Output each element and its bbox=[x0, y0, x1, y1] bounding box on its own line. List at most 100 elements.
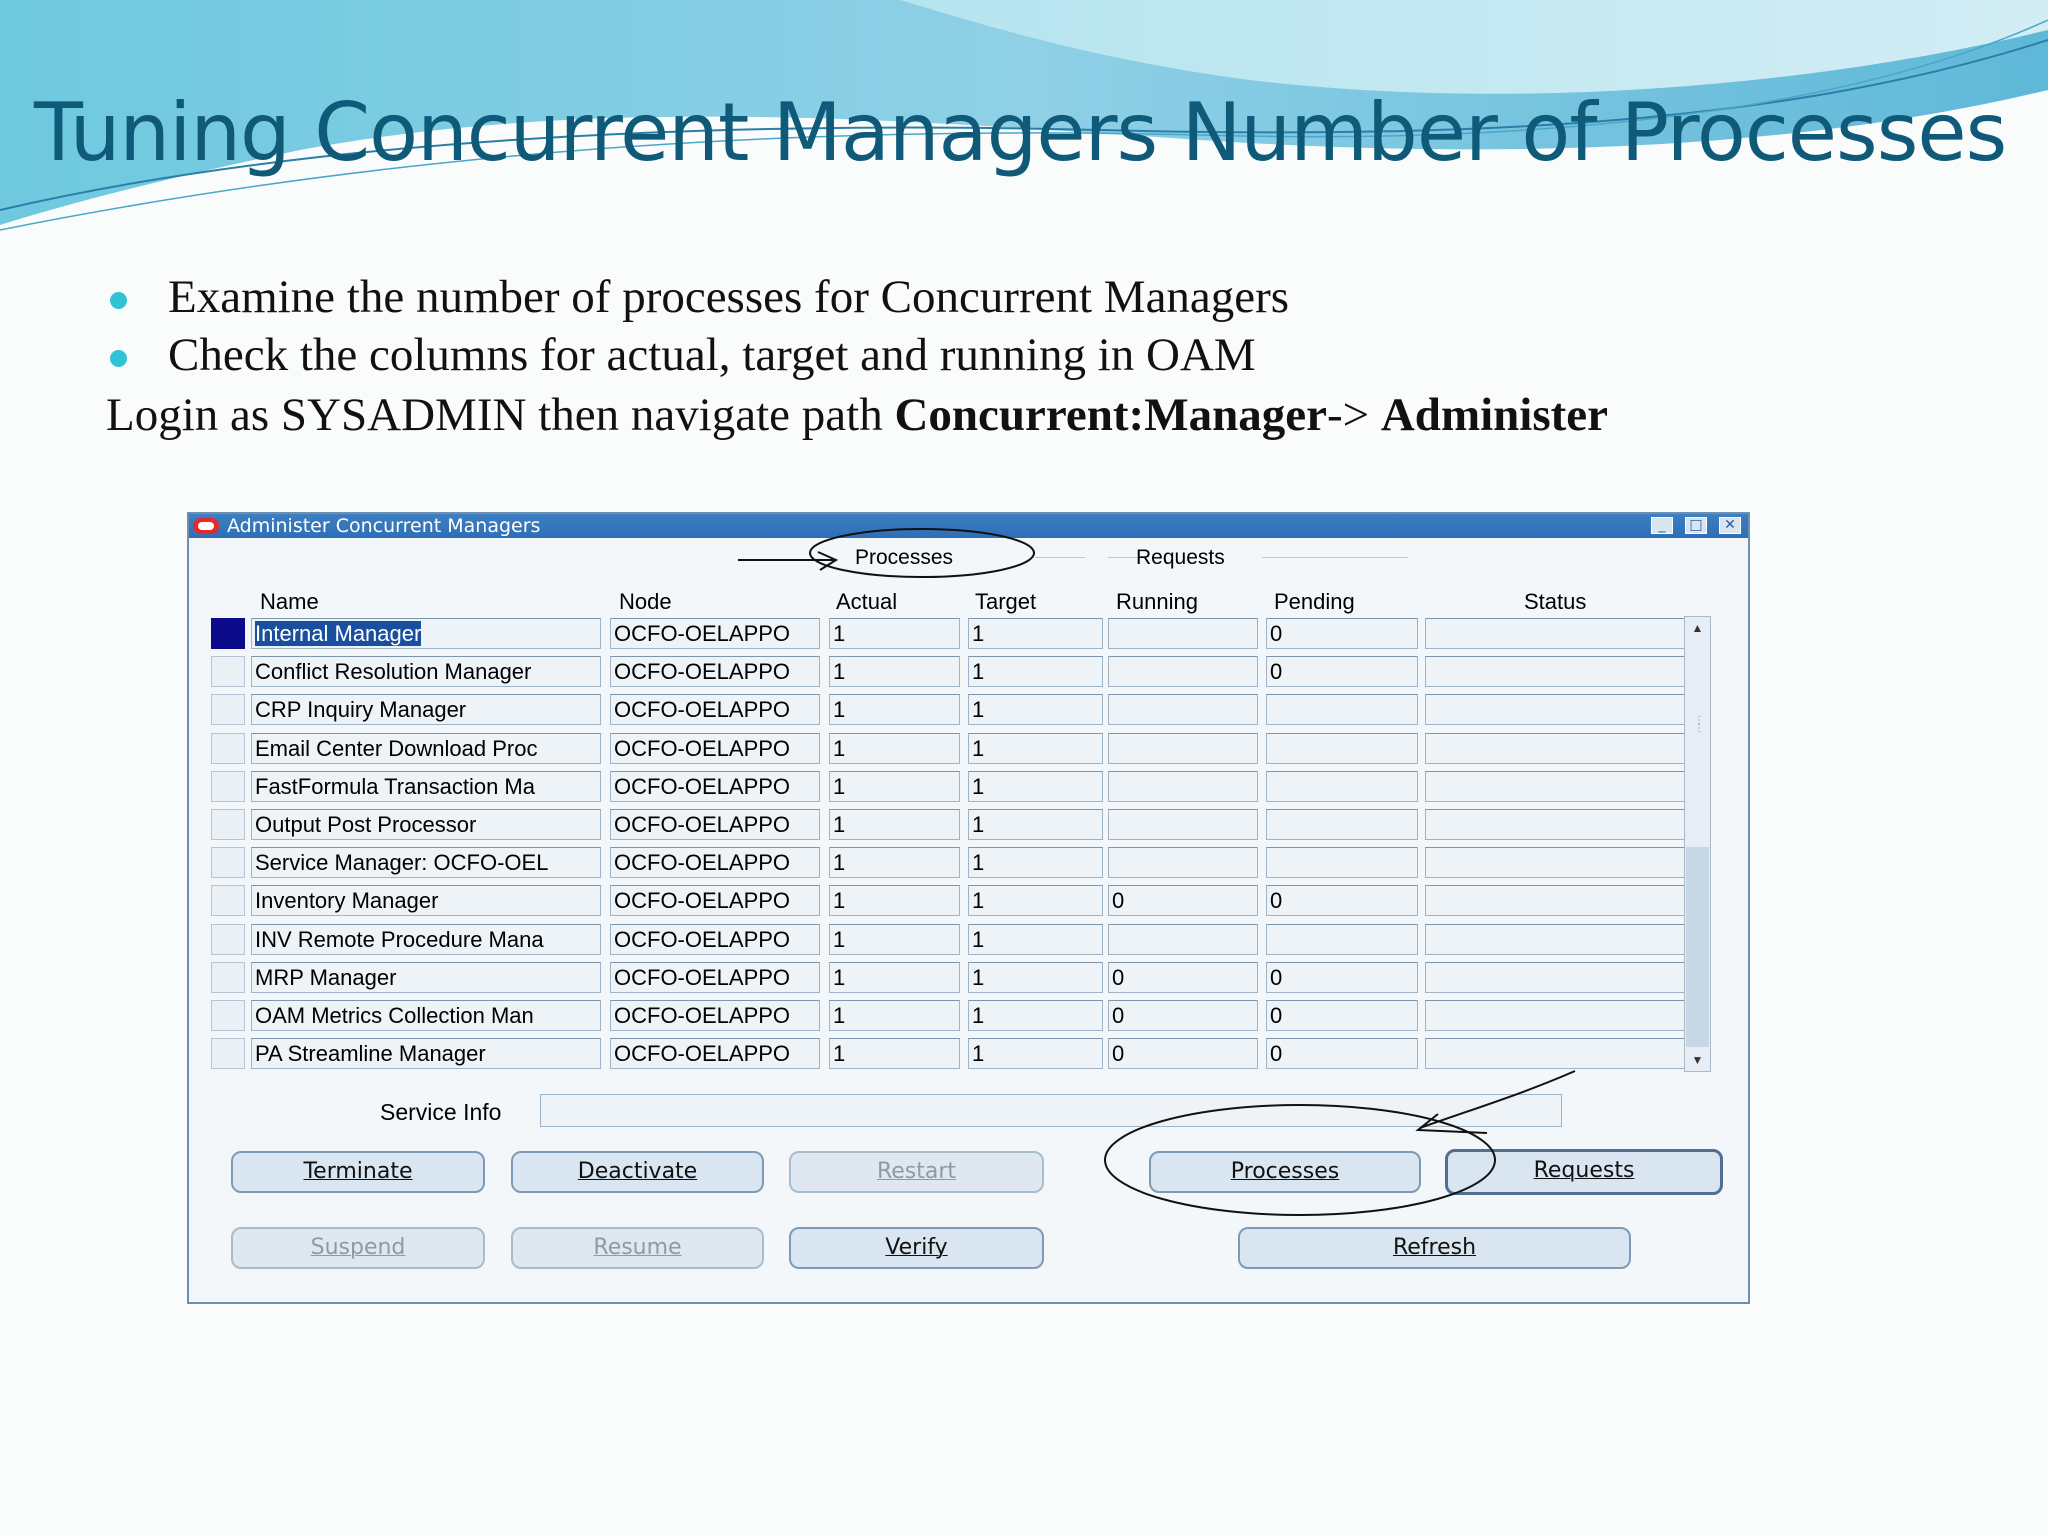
table-row[interactable]: Service Manager: OCFO-OEL OCFO-OELAPPO 1 1 bbox=[211, 845, 1691, 879]
pending-cell[interactable]: 0 bbox=[1266, 618, 1418, 649]
row-selector[interactable] bbox=[211, 694, 245, 726]
node-cell[interactable]: OCFO-OELAPPO bbox=[610, 618, 820, 649]
target-cell[interactable]: 1 bbox=[968, 923, 1103, 955]
running-cell[interactable]: 0 bbox=[1108, 885, 1258, 917]
row-selector[interactable] bbox=[211, 809, 245, 840]
pending-cell[interactable] bbox=[1266, 809, 1418, 840]
suspend-button[interactable]: Suspend bbox=[231, 1227, 485, 1269]
actual-cell[interactable]: 1 bbox=[829, 885, 960, 917]
processes-button[interactable]: Processes bbox=[1149, 1151, 1421, 1193]
table-row[interactable]: Output Post Processor OCFO-OELAPPO 1 1 bbox=[211, 807, 1691, 841]
actual-cell[interactable]: 1 bbox=[829, 961, 960, 993]
status-cell[interactable] bbox=[1425, 732, 1690, 764]
table-row[interactable]: CRP Inquiry Manager OCFO-OELAPPO 1 1 bbox=[211, 692, 1691, 726]
row-selector[interactable] bbox=[211, 732, 245, 764]
scroll-thumb[interactable] bbox=[1686, 847, 1709, 1047]
row-selector[interactable] bbox=[211, 770, 245, 802]
pending-cell[interactable]: 0 bbox=[1266, 656, 1418, 688]
target-cell[interactable]: 1 bbox=[968, 618, 1103, 649]
refresh-button[interactable]: Refresh bbox=[1238, 1227, 1631, 1269]
window-titlebar[interactable]: Administer Concurrent Managers _ □ ✕ bbox=[189, 514, 1748, 538]
target-cell[interactable]: 1 bbox=[968, 961, 1103, 993]
pending-cell[interactable]: 0 bbox=[1266, 961, 1418, 993]
row-selector[interactable] bbox=[211, 618, 245, 649]
status-cell[interactable] bbox=[1425, 961, 1690, 993]
pending-cell[interactable] bbox=[1266, 694, 1418, 726]
actual-cell[interactable]: 1 bbox=[829, 1038, 960, 1070]
table-row[interactable]: Email Center Download Proc OCFO-OELAPPO 1 1 bbox=[211, 731, 1691, 765]
pending-cell[interactable] bbox=[1266, 770, 1418, 802]
restart-button[interactable]: Restart bbox=[789, 1151, 1044, 1193]
table-scrollbar[interactable]: ▲ ⋮ ⋮ ▼ bbox=[1684, 616, 1711, 1072]
pending-cell[interactable]: 0 bbox=[1266, 885, 1418, 917]
name-cell[interactable]: OAM Metrics Collection Man bbox=[251, 1000, 601, 1031]
actual-cell[interactable]: 1 bbox=[829, 694, 960, 726]
target-cell[interactable]: 1 bbox=[968, 732, 1103, 764]
row-selector[interactable] bbox=[211, 1000, 245, 1031]
running-cell[interactable]: 0 bbox=[1108, 1038, 1258, 1070]
status-cell[interactable] bbox=[1425, 1000, 1690, 1031]
minimize-button[interactable]: _ bbox=[1651, 517, 1673, 534]
actual-cell[interactable]: 1 bbox=[829, 656, 960, 688]
deactivate-button[interactable]: Deactivate bbox=[511, 1151, 764, 1193]
name-cell[interactable]: INV Remote Procedure Mana bbox=[251, 923, 601, 955]
running-cell[interactable]: 0 bbox=[1108, 1000, 1258, 1031]
name-cell[interactable]: Internal Manager bbox=[251, 618, 601, 649]
table-row[interactable]: PA Streamline Manager OCFO-OELAPPO 1 1 0 0 bbox=[211, 1036, 1691, 1070]
scroll-up-arrow-icon[interactable]: ▲ bbox=[1685, 617, 1710, 639]
status-cell[interactable] bbox=[1425, 885, 1690, 917]
status-cell[interactable] bbox=[1425, 1038, 1690, 1070]
table-row[interactable]: MRP Manager OCFO-OELAPPO 1 1 0 0 bbox=[211, 960, 1691, 994]
node-cell[interactable]: OCFO-OELAPPO bbox=[610, 923, 820, 955]
pending-cell[interactable]: 0 bbox=[1266, 1000, 1418, 1031]
running-cell[interactable] bbox=[1108, 809, 1258, 840]
running-cell[interactable] bbox=[1108, 656, 1258, 688]
row-selector[interactable] bbox=[211, 656, 245, 688]
scroll-down-arrow-icon[interactable]: ▼ bbox=[1685, 1049, 1710, 1071]
name-cell[interactable]: PA Streamline Manager bbox=[251, 1038, 601, 1070]
verify-button[interactable]: Verify bbox=[789, 1227, 1044, 1269]
name-cell[interactable]: Email Center Download Proc bbox=[251, 732, 601, 764]
resume-button[interactable]: Resume bbox=[511, 1227, 764, 1269]
node-cell[interactable]: OCFO-OELAPPO bbox=[610, 1038, 820, 1070]
status-cell[interactable] bbox=[1425, 694, 1690, 726]
target-cell[interactable]: 1 bbox=[968, 1038, 1103, 1070]
name-cell[interactable]: CRP Inquiry Manager bbox=[251, 694, 601, 726]
table-row[interactable]: Internal Manager OCFO-OELAPPO 1 1 0 bbox=[211, 616, 1691, 650]
status-cell[interactable] bbox=[1425, 656, 1690, 688]
actual-cell[interactable]: 1 bbox=[829, 809, 960, 840]
target-cell[interactable]: 1 bbox=[968, 656, 1103, 688]
requests-button[interactable]: Requests bbox=[1445, 1149, 1723, 1195]
node-cell[interactable]: OCFO-OELAPPO bbox=[610, 656, 820, 688]
row-selector[interactable] bbox=[211, 885, 245, 917]
name-cell[interactable]: Conflict Resolution Manager bbox=[251, 656, 601, 688]
node-cell[interactable]: OCFO-OELAPPO bbox=[610, 847, 820, 879]
running-cell[interactable]: 0 bbox=[1108, 961, 1258, 993]
row-selector[interactable] bbox=[211, 923, 245, 955]
row-selector[interactable] bbox=[211, 847, 245, 879]
running-cell[interactable] bbox=[1108, 923, 1258, 955]
target-cell[interactable]: 1 bbox=[968, 770, 1103, 802]
node-cell[interactable]: OCFO-OELAPPO bbox=[610, 885, 820, 917]
node-cell[interactable]: OCFO-OELAPPO bbox=[610, 961, 820, 993]
node-cell[interactable]: OCFO-OELAPPO bbox=[610, 1000, 820, 1031]
name-cell[interactable]: FastFormula Transaction Ma bbox=[251, 770, 601, 802]
target-cell[interactable]: 1 bbox=[968, 809, 1103, 840]
pending-cell[interactable] bbox=[1266, 923, 1418, 955]
running-cell[interactable] bbox=[1108, 694, 1258, 726]
actual-cell[interactable]: 1 bbox=[829, 1000, 960, 1031]
table-row[interactable]: Conflict Resolution Manager OCFO-OELAPPO 1… bbox=[211, 654, 1691, 688]
node-cell[interactable]: OCFO-OELAPPO bbox=[610, 732, 820, 764]
target-cell[interactable]: 1 bbox=[968, 1000, 1103, 1031]
name-cell[interactable]: Output Post Processor bbox=[251, 809, 601, 840]
maximize-button[interactable]: □ bbox=[1685, 517, 1707, 534]
table-row[interactable]: FastFormula Transaction Ma OCFO-OELAPPO 1 1 bbox=[211, 769, 1691, 803]
row-selector[interactable] bbox=[211, 961, 245, 993]
actual-cell[interactable]: 1 bbox=[829, 618, 960, 649]
pending-cell[interactable]: 0 bbox=[1266, 1038, 1418, 1070]
table-row[interactable]: Inventory Manager OCFO-OELAPPO 1 1 0 0 bbox=[211, 883, 1691, 917]
terminate-button[interactable]: Terminate bbox=[231, 1151, 485, 1193]
actual-cell[interactable]: 1 bbox=[829, 770, 960, 802]
target-cell[interactable]: 1 bbox=[968, 847, 1103, 879]
node-cell[interactable]: OCFO-OELAPPO bbox=[610, 770, 820, 802]
